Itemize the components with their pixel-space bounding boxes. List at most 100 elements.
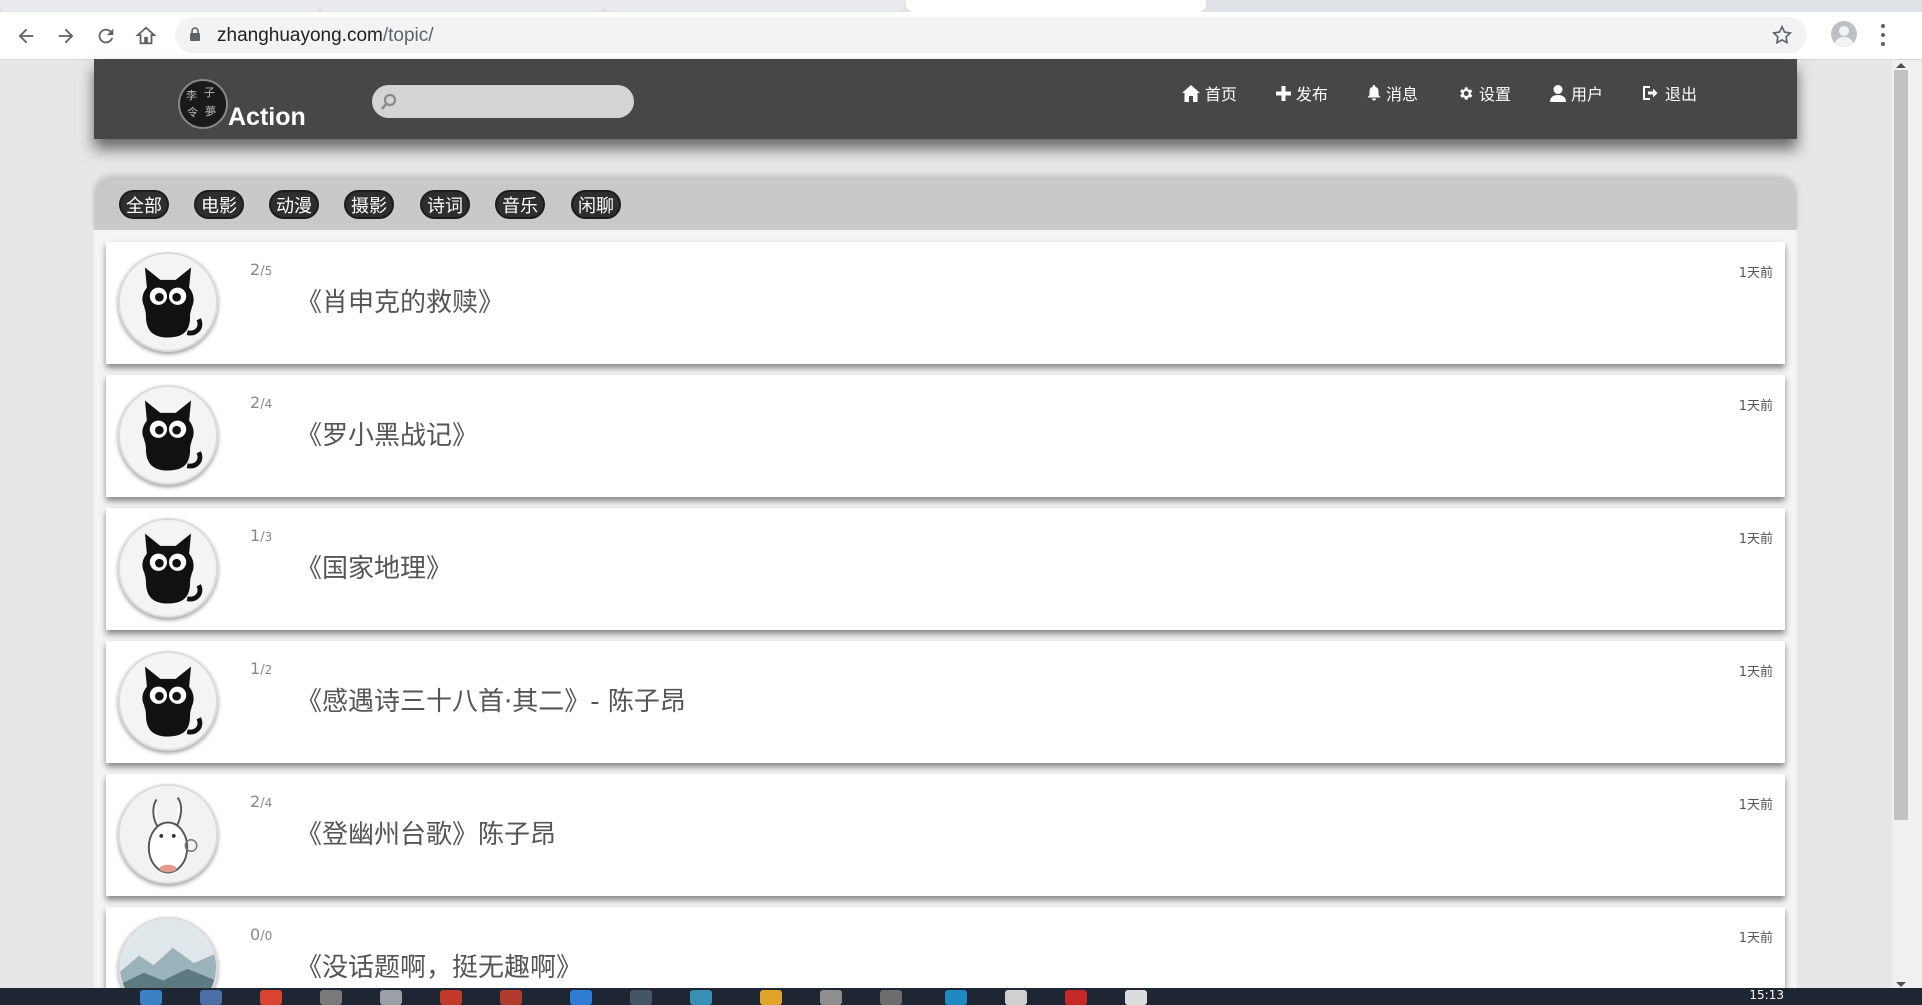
taskbar-app-icon[interactable] xyxy=(880,990,902,1005)
nav-home[interactable]: 首页 xyxy=(1181,81,1237,105)
bell-icon xyxy=(1367,85,1381,101)
site-logo-text[interactable]: Action xyxy=(228,103,306,132)
site-search-box[interactable] xyxy=(372,85,634,118)
taskbar-app-icon[interactable] xyxy=(760,990,782,1005)
browser-toolbar: zhanghuayong.com/topic/ xyxy=(0,12,1922,60)
category-anime[interactable]: 动漫 xyxy=(269,190,319,219)
browser-tab[interactable] xyxy=(320,0,605,12)
plus-icon xyxy=(1275,85,1291,101)
browser-tab-active[interactable] xyxy=(906,0,1206,12)
reply-view-counts: 1/2 xyxy=(250,659,273,678)
lock-icon xyxy=(190,27,200,41)
site-logo-icon[interactable]: 李 子 令 夢 xyxy=(178,79,228,129)
category-filter-bar: 全部 电影 动漫 摄影 诗词 音乐 闲聊 xyxy=(94,178,1797,230)
site-header: 李 子 令 夢 Action 首页 发布 消息 设置 用户 退出 xyxy=(94,59,1797,139)
taskbar-app-icon[interactable] xyxy=(260,990,282,1005)
browser-tab[interactable] xyxy=(605,0,905,12)
topic-title[interactable]: 《罗小黑战记》 xyxy=(296,415,478,452)
user-icon xyxy=(1549,84,1566,102)
topic-row[interactable]: 2/5 《肖申克的救赎》 1天前 xyxy=(106,242,1785,364)
category-photography[interactable]: 摄影 xyxy=(344,190,394,219)
topic-time: 1天前 xyxy=(1738,266,1773,281)
topic-time: 1天前 xyxy=(1738,665,1773,680)
taskbar-app-icon[interactable] xyxy=(690,990,712,1005)
arrow-left-icon xyxy=(18,28,34,44)
nav-publish[interactable]: 发布 xyxy=(1275,81,1328,105)
url-text: zhanghuayong.com/topic/ xyxy=(217,25,434,46)
reply-view-counts: 1/3 xyxy=(250,526,273,545)
topic-row[interactable]: 1/2 《感遇诗三十八首·其二》- 陈子昂 1天前 xyxy=(106,641,1785,763)
category-poetry[interactable]: 诗词 xyxy=(420,190,470,219)
taskbar-app-icon[interactable] xyxy=(1065,990,1087,1005)
nav-label: 用户 xyxy=(1570,85,1603,104)
browser-tab-strip xyxy=(0,0,1922,12)
topic-title[interactable]: 《没话题啊，挺无趣啊》 xyxy=(296,947,582,984)
scrollbar-thumb[interactable] xyxy=(1894,70,1908,820)
scroll-up-arrow-icon[interactable] xyxy=(1896,63,1906,68)
back-button[interactable] xyxy=(12,22,40,50)
taskbar-app-icon[interactable] xyxy=(500,990,522,1005)
page-scrollbar[interactable] xyxy=(1892,60,1922,990)
black-cat-avatar-icon[interactable] xyxy=(118,518,218,618)
taskbar-app-icon[interactable] xyxy=(1125,990,1147,1005)
category-music[interactable]: 音乐 xyxy=(495,190,545,219)
topic-row[interactable]: 2/4 《罗小黑战记》 1天前 xyxy=(106,375,1785,497)
taskbar-app-icon[interactable] xyxy=(820,990,842,1005)
nav-messages[interactable]: 消息 xyxy=(1367,81,1418,105)
gear-icon xyxy=(1460,86,1473,100)
scroll-down-arrow-icon[interactable] xyxy=(1896,982,1906,987)
home-outline-icon xyxy=(135,26,157,45)
nav-label: 退出 xyxy=(1664,85,1697,104)
taskbar-app-icon[interactable] xyxy=(140,990,162,1005)
topic-row[interactable]: 1/3 《国家地理》 1天前 xyxy=(106,508,1785,630)
profile-avatar-icon[interactable] xyxy=(1831,21,1857,47)
logout-icon xyxy=(1642,86,1658,100)
black-cat-avatar-icon[interactable] xyxy=(118,252,218,352)
tab-strip-empty-area xyxy=(1206,0,1922,12)
topic-title[interactable]: 《国家地理》 xyxy=(296,548,452,585)
taskbar-app-icon[interactable] xyxy=(320,990,342,1005)
taskbar-clock[interactable]: 15:13 xyxy=(1749,988,1784,1002)
category-all[interactable]: 全部 xyxy=(119,190,169,219)
topic-title[interactable]: 《肖申克的救赎》 xyxy=(296,282,504,319)
category-chat[interactable]: 闲聊 xyxy=(571,190,621,219)
taskbar-app-icon[interactable] xyxy=(380,990,402,1005)
browser-menu-icon[interactable] xyxy=(1880,24,1886,46)
category-movie[interactable]: 电影 xyxy=(194,190,244,219)
taskbar-app-icon[interactable] xyxy=(1005,990,1027,1005)
taskbar-app-icon[interactable] xyxy=(200,990,222,1005)
reload-icon xyxy=(98,28,114,44)
black-cat-avatar-icon[interactable] xyxy=(118,651,218,751)
taskbar-app-icon[interactable] xyxy=(570,990,592,1005)
topic-time: 1天前 xyxy=(1738,532,1773,547)
home-icon xyxy=(1181,84,1200,102)
reply-view-counts: 0/0 xyxy=(250,925,273,944)
nav-label: 消息 xyxy=(1385,85,1418,104)
site-search-input[interactable] xyxy=(404,89,628,115)
rabbit-avatar-icon[interactable] xyxy=(118,784,218,884)
topic-title[interactable]: 《登幽州台歌》陈子昂 xyxy=(296,814,556,851)
logo-glyph: 夢 xyxy=(205,105,216,118)
nav-settings[interactable]: 设置 xyxy=(1457,81,1511,105)
taskbar-app-icon[interactable] xyxy=(630,990,652,1005)
taskbar-app-icon[interactable] xyxy=(945,990,967,1005)
nav-label: 发布 xyxy=(1295,85,1328,104)
reload-button[interactable] xyxy=(92,22,120,50)
nav-logout[interactable]: 退出 xyxy=(1642,81,1697,105)
taskbar-app-icon[interactable] xyxy=(440,990,462,1005)
nav-user[interactable]: 用户 xyxy=(1549,81,1603,105)
topic-row[interactable]: 2/4 《登幽州台歌》陈子昂 1天前 xyxy=(106,774,1785,896)
browser-tab[interactable] xyxy=(0,0,320,12)
arrow-right-icon xyxy=(58,28,74,44)
bookmark-star-icon[interactable] xyxy=(1771,24,1793,46)
address-bar[interactable]: zhanghuayong.com/topic/ xyxy=(175,17,1807,53)
topic-time: 1天前 xyxy=(1738,931,1773,946)
black-cat-avatar-icon[interactable] xyxy=(118,385,218,485)
topic-title[interactable]: 《感遇诗三十八首·其二》- 陈子昂 xyxy=(296,681,686,718)
home-button[interactable] xyxy=(132,22,160,50)
topic-time: 1天前 xyxy=(1738,399,1773,414)
forward-button[interactable] xyxy=(52,22,80,50)
nav-label: 设置 xyxy=(1478,85,1511,104)
logo-glyph: 子 xyxy=(204,86,215,99)
logo-glyph: 李 xyxy=(186,89,197,102)
